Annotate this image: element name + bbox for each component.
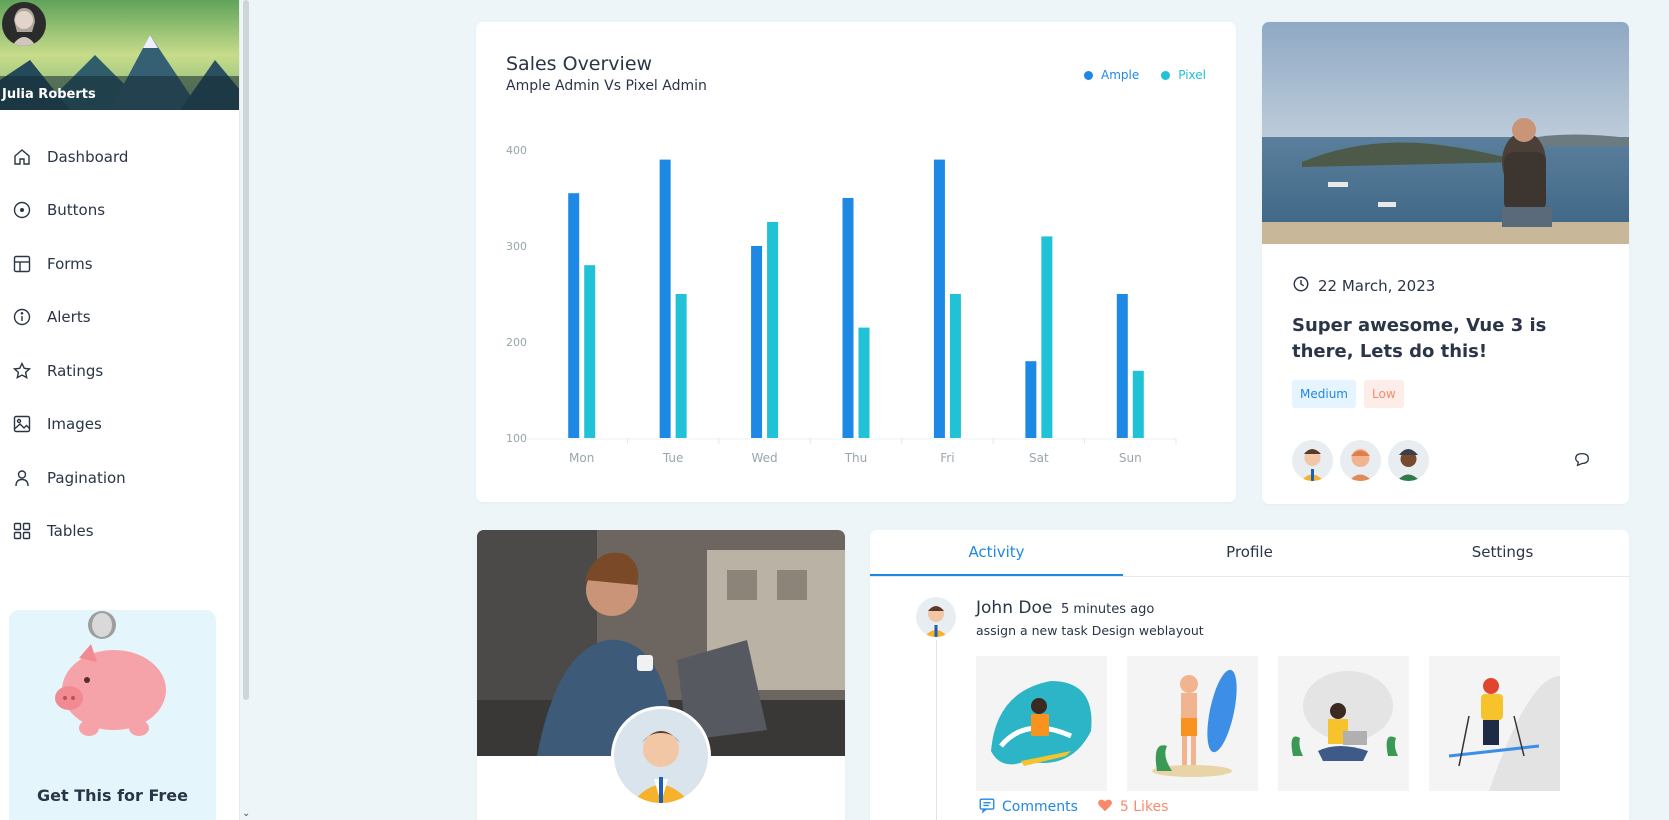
profile-card <box>477 530 845 820</box>
avatar-group <box>1292 440 1429 481</box>
tab-activity[interactable]: Activity <box>870 530 1123 576</box>
promo-card: Get This for Free <box>9 610 216 820</box>
tag-medium[interactable]: Medium <box>1292 380 1356 408</box>
tag-low[interactable]: Low <box>1364 380 1404 408</box>
avatar[interactable] <box>2 2 46 46</box>
sidebar-item-label: Alerts <box>47 308 91 327</box>
sidebar-item-images[interactable]: Images <box>0 398 239 452</box>
sidebar-item-buttons[interactable]: Buttons <box>0 184 239 238</box>
sidebar-item-dashboard[interactable]: Dashboard <box>0 130 239 184</box>
x-tick-label: Sun <box>1119 451 1142 465</box>
activity-description: assign a new task Design weblayout <box>976 623 1204 638</box>
tab-profile[interactable]: Profile <box>1123 530 1376 576</box>
bar-ample-thu[interactable] <box>842 198 854 438</box>
tab-bar: Activity Profile Settings <box>870 530 1629 577</box>
comments-link[interactable]: Comments <box>978 796 1078 818</box>
clock-icon <box>1292 275 1310 297</box>
bar-pixel-wed[interactable] <box>767 222 779 438</box>
x-tick-label: Fri <box>940 451 954 465</box>
comment-icon <box>978 796 996 818</box>
blog-date: 22 March, 2023 <box>1292 275 1435 297</box>
blog-headline[interactable]: Super awesome, Vue 3 is there, Lets do t… <box>1292 313 1612 365</box>
bar-ample-tue[interactable] <box>659 159 671 438</box>
user-icon <box>12 468 32 488</box>
profile-banner: Julia Roberts <box>0 0 239 110</box>
avatar[interactable] <box>1340 440 1381 481</box>
timeline-line <box>936 640 937 820</box>
avatar[interactable] <box>1388 440 1429 481</box>
activity-card: Activity Profile Settings John Doe 5 min… <box>870 530 1629 820</box>
sidebar-item-label: Images <box>47 415 102 434</box>
sidebar-item-label: Ratings <box>47 361 104 380</box>
x-tick-label: Wed <box>751 451 777 465</box>
circle-dot-icon <box>12 200 32 220</box>
bar-pixel-sat[interactable] <box>1041 236 1053 438</box>
bar-pixel-tue[interactable] <box>675 294 687 438</box>
profile-name[interactable]: Julia Roberts <box>0 87 96 102</box>
sidebar-item-alerts[interactable]: Alerts <box>0 291 239 345</box>
sidebar-item-ratings[interactable]: Ratings <box>0 344 239 398</box>
sales-bar-chart: 100 200 300 400 Mon Tue Wed Thu Fri Sat Sun <box>506 144 1177 465</box>
sidebar-item-tables[interactable]: Tables <box>0 505 239 559</box>
y-tick-label: 300 <box>506 240 527 253</box>
sidebar-item-label: Forms <box>47 254 93 273</box>
heart-icon <box>1096 796 1114 818</box>
blog-card: 22 March, 2023 Super awesome, Vue 3 is t… <box>1262 22 1629 504</box>
avatar[interactable] <box>611 706 711 806</box>
y-tick-label: 100 <box>506 432 527 445</box>
bar-ample-wed[interactable] <box>751 246 763 438</box>
sidebar-item-label: Dashboard <box>47 147 129 166</box>
sidebar-item-pagination[interactable]: Pagination <box>0 451 239 505</box>
activity-image-laptop-woman[interactable] <box>1278 656 1409 791</box>
tab-settings[interactable]: Settings <box>1376 530 1629 576</box>
sidebar-item-label: Buttons <box>47 201 106 220</box>
likes-link[interactable]: 5 Likes <box>1096 796 1169 818</box>
star-icon <box>12 361 32 381</box>
info-circle-icon <box>12 307 32 327</box>
piggy-bank-illustration <box>55 611 166 736</box>
chevron-down-icon[interactable]: ⌄ <box>242 808 250 819</box>
home-icon <box>12 147 32 167</box>
activity-time: 5 minutes ago <box>1061 602 1155 617</box>
x-tick-label: Tue <box>662 451 684 465</box>
activity-user-name[interactable]: John Doe <box>976 598 1052 618</box>
avatar[interactable] <box>916 597 956 637</box>
activity-image-beach[interactable] <box>1127 656 1258 791</box>
bar-pixel-fri[interactable] <box>949 294 961 438</box>
sidebar: Julia Roberts Dashboard Buttons Forms Al… <box>0 0 240 820</box>
comments-label: Comments <box>1002 799 1078 815</box>
sales-overview-card: Sales Overview Ample Admin Vs Pixel Admi… <box>476 22 1236 502</box>
activity-actions: Comments 5 Likes <box>978 796 1168 818</box>
y-tick-label: 200 <box>506 336 527 349</box>
bar-pixel-sun[interactable] <box>1132 370 1144 438</box>
blog-image <box>1262 22 1629 244</box>
bar-ample-sun[interactable] <box>1116 294 1128 438</box>
sidebar-item-label: Tables <box>47 522 94 541</box>
activity-image-skier[interactable] <box>1429 656 1560 791</box>
bar-ample-sat[interactable] <box>1025 361 1037 438</box>
x-tick-label: Mon <box>569 451 594 465</box>
promo-title: Get This for Free <box>37 786 188 805</box>
sidebar-item-label: Pagination <box>47 468 126 487</box>
sidebar-item-forms[interactable]: Forms <box>0 237 239 291</box>
bar-ample-mon[interactable] <box>568 193 580 438</box>
bar-ample-fri[interactable] <box>933 159 945 438</box>
x-tick-label: Thu <box>844 451 868 465</box>
comment-icon[interactable] <box>1573 450 1591 472</box>
sidebar-scrollbar[interactable] <box>243 0 249 700</box>
sidebar-nav: Dashboard Buttons Forms Alerts Ratings I… <box>0 130 239 559</box>
likes-label: 5 Likes <box>1119 799 1169 815</box>
activity-image-surfer[interactable] <box>976 656 1107 791</box>
y-tick-label: 400 <box>506 144 527 157</box>
blog-date-text: 22 March, 2023 <box>1318 277 1436 295</box>
image-icon <box>12 414 32 434</box>
table-layout-icon <box>12 254 32 274</box>
avatar[interactable] <box>1292 440 1333 481</box>
grid-icon <box>12 521 32 541</box>
x-tick-label: Sat <box>1029 451 1049 465</box>
bar-pixel-mon[interactable] <box>584 265 596 438</box>
bar-pixel-thu[interactable] <box>858 327 870 438</box>
